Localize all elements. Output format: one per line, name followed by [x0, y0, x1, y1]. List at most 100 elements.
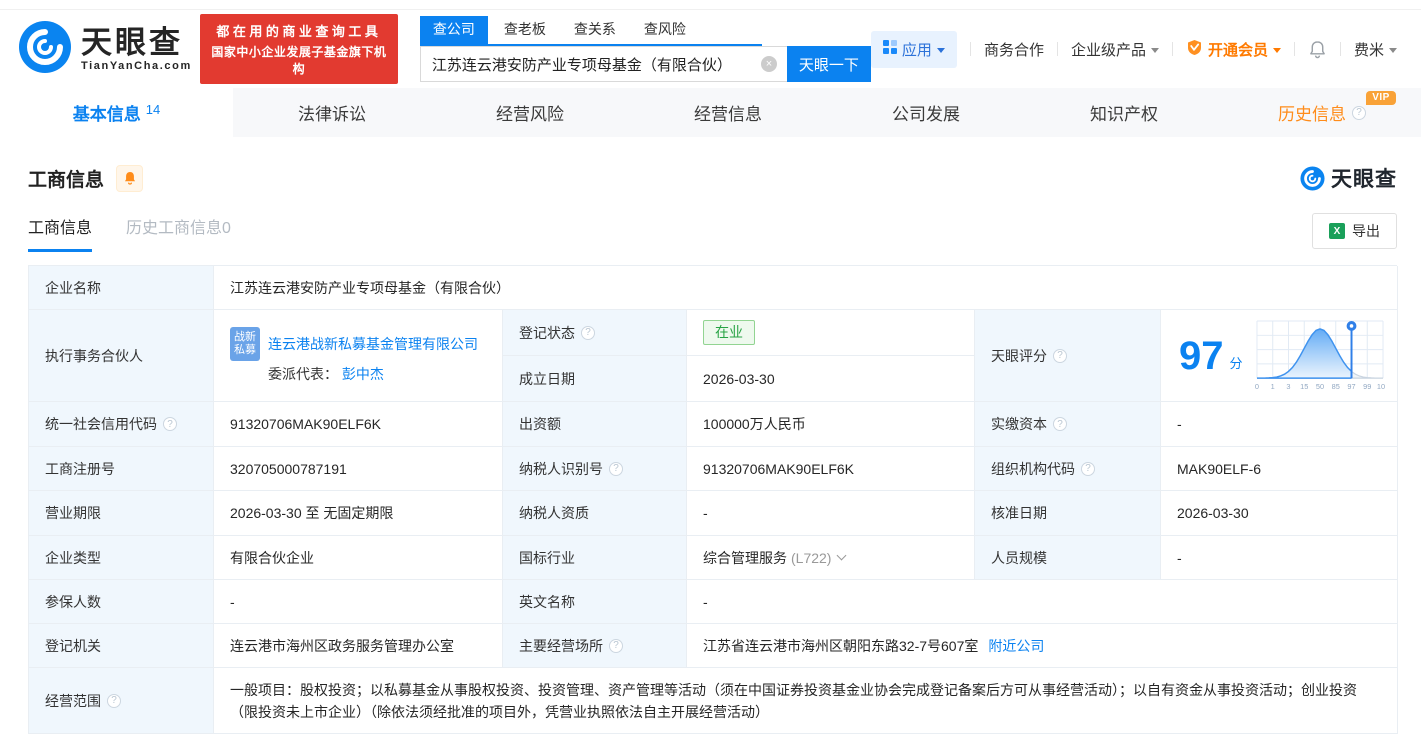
paid-capital-label: 实缴资本? — [975, 402, 1161, 447]
vip-badge: VIP — [1366, 91, 1396, 105]
search-tabs: 查公司 查老板 查关系 查风险 — [419, 16, 762, 46]
clear-search-icon[interactable]: × — [760, 56, 777, 72]
help-icon[interactable]: ? — [1081, 461, 1095, 476]
delegate-label: 委派代表： — [268, 366, 338, 382]
business-scope-value: 一般项目：股权投资；以私募基金从事股权投资、投资管理、资产管理等活动（须在中国证… — [214, 668, 1398, 734]
svg-text:99: 99 — [1363, 382, 1371, 391]
help-icon[interactable]: ? — [163, 417, 177, 431]
username: 费米 — [1353, 41, 1384, 59]
promo-banner: 都在用的商业查询工具 国家中小企业发展子基金旗下机构 — [199, 14, 398, 84]
chevron-down-icon — [1272, 47, 1281, 53]
industry-value[interactable]: 综合管理服务 (L722) — [687, 536, 975, 580]
company-name-value: 江苏连云港安防产业专项母基金（有限合伙） — [214, 266, 1398, 310]
industry-label: 国标行业 — [503, 536, 687, 580]
page-top-divider — [0, 0, 1421, 10]
help-icon[interactable]: ? — [609, 461, 623, 476]
tianyancha-logo[interactable]: 天眼查 TianYanCha.com — [18, 20, 192, 79]
score-distribution-chart: 0 1 3 15 50 85 97 99 100 — [1255, 320, 1385, 391]
tianyan-score-label: 天眼评分 ? — [975, 310, 1161, 402]
chevron-down-icon — [936, 47, 945, 53]
svg-text:85: 85 — [1331, 382, 1339, 391]
apps-label: 应用 — [901, 41, 932, 59]
help-icon[interactable]: ? — [1053, 348, 1067, 363]
search-tab-boss[interactable]: 查老板 — [504, 16, 546, 44]
user-menu[interactable]: 费米 — [1354, 39, 1397, 60]
svg-text:50: 50 — [1315, 382, 1323, 391]
establish-date-value: 2026-03-30 — [687, 356, 975, 402]
tab-label: 历史信息 — [1278, 105, 1346, 124]
taxpayer-qualification-value: - — [687, 491, 975, 536]
svg-text:0: 0 — [1255, 382, 1259, 391]
bell-icon — [1310, 40, 1325, 58]
uscc-value: 91320706MAK90ELF6K — [214, 402, 503, 447]
insured-count-value: - — [214, 580, 503, 624]
search-input[interactable] — [419, 46, 787, 82]
enterprise-label: 企业级产品 — [1070, 41, 1146, 59]
tab-operation-risk[interactable]: 经营风险 — [431, 88, 629, 137]
search-tab-risk[interactable]: 查风险 — [644, 16, 686, 44]
registration-status-label: 登记状态 ? — [503, 310, 687, 356]
header-menu: 应用 商务合作 企业级产品 开通会员 费米 — [870, 30, 1397, 68]
help-icon[interactable]: ? — [107, 693, 121, 708]
search-area: 查公司 查老板 查关系 查风险 × 天眼一下 — [419, 16, 871, 82]
company-nav-tabs: 基本信息 14 法律诉讼 经营风险 经营信息 公司发展 知识产权 VIP 历史信… — [0, 88, 1421, 137]
taxpayer-id-label: 纳税人识别号? — [503, 447, 687, 491]
help-icon[interactable]: ? — [1053, 417, 1067, 431]
staff-size-label: 人员规模 — [975, 536, 1161, 580]
tab-count: 14 — [145, 102, 161, 117]
cooperation-menu[interactable]: 商务合作 — [984, 39, 1044, 60]
paid-capital-value: - — [1161, 402, 1398, 447]
tab-company-development[interactable]: 公司发展 — [827, 88, 1025, 137]
help-icon[interactable]: ? — [609, 638, 623, 653]
excel-icon: X — [1329, 223, 1345, 239]
chevron-down-icon — [1389, 47, 1397, 53]
notification-bell[interactable] — [1308, 40, 1327, 59]
establish-date-label: 成立日期 — [503, 356, 687, 402]
bell-icon — [124, 172, 135, 185]
business-info-table: 企业名称 江苏连云港安防产业专项母基金（有限合伙） 执行事务合伙人 战新 私募 … — [28, 265, 1398, 734]
executive-partner-label: 执行事务合伙人 — [29, 310, 214, 402]
score-unit: 分 — [1229, 356, 1243, 371]
promo-line1: 都在用的商业查询工具 — [216, 24, 382, 39]
tab-operation-info[interactable]: 经营信息 — [629, 88, 827, 137]
apps-menu[interactable]: 应用 — [870, 30, 957, 68]
staff-size-value: - — [1161, 536, 1398, 580]
uscc-label: 统一社会信用代码? — [29, 402, 214, 447]
help-icon[interactable]: ? — [1352, 105, 1366, 120]
english-name-label: 英文名称 — [503, 580, 687, 624]
site-header: 天眼查 TianYanCha.com 都在用的商业查询工具 国家中小企业发展子基… — [0, 10, 1421, 88]
monitor-bell-button[interactable] — [116, 164, 144, 192]
business-term-value: 2026-03-30 至 无固定期限 — [214, 491, 503, 536]
partner-company-link[interactable]: 连云港战新私募基金管理有限公司 — [268, 334, 490, 354]
chevron-down-icon — [1150, 47, 1159, 53]
tianyancha-logo-icon — [18, 20, 72, 79]
member-menu[interactable]: 开通会员 — [1186, 39, 1281, 60]
export-label: 导出 — [1352, 223, 1380, 239]
chart-x-ticks: 0 1 3 15 50 85 97 99 100 — [1255, 382, 1385, 391]
status-badge: 在业 — [703, 320, 755, 345]
company-name-label: 企业名称 — [29, 266, 214, 310]
registration-authority-value: 连云港市海州区政务服务管理办公室 — [214, 624, 503, 668]
taxpayer-qualification-label: 纳税人资质 — [503, 491, 687, 536]
tab-intellectual-property[interactable]: 知识产权 — [1025, 88, 1223, 137]
promo-line2: 国家中小企业发展子基金旗下机构 — [211, 45, 387, 76]
taxpayer-id-value: 91320706MAK90ELF6K — [687, 447, 975, 491]
chevron-down-icon[interactable] — [837, 550, 847, 561]
enterprise-menu[interactable]: 企业级产品 — [1071, 39, 1159, 60]
subtab-history-business-info[interactable]: 历史工商信息0 — [126, 214, 231, 252]
nearby-companies-link[interactable]: 附近公司 — [988, 636, 1044, 656]
delegate-name-link[interactable]: 彭中杰 — [342, 366, 384, 382]
search-tab-relation[interactable]: 查关系 — [574, 16, 616, 44]
export-button[interactable]: X 导出 — [1312, 213, 1397, 249]
english-name-value: - — [687, 580, 1398, 624]
apps-grid-icon — [882, 40, 897, 58]
tab-basic-info[interactable]: 基本信息 14 — [0, 88, 233, 137]
logo-en-text: TianYanCha.com — [81, 59, 192, 72]
subtab-business-info[interactable]: 工商信息 — [28, 214, 93, 252]
tab-legal-litigation[interactable]: 法律诉讼 — [233, 88, 431, 137]
search-tab-company[interactable]: 查公司 — [419, 16, 488, 44]
tab-history-info[interactable]: VIP 历史信息 ? — [1223, 88, 1421, 137]
search-button[interactable]: 天眼一下 — [786, 46, 871, 82]
help-icon[interactable]: ? — [581, 325, 595, 340]
main-content: 工商信息 天眼查 工商信息 历史工商信息0 X 导出 企业名称 江苏连云港安防产… — [0, 163, 1421, 734]
